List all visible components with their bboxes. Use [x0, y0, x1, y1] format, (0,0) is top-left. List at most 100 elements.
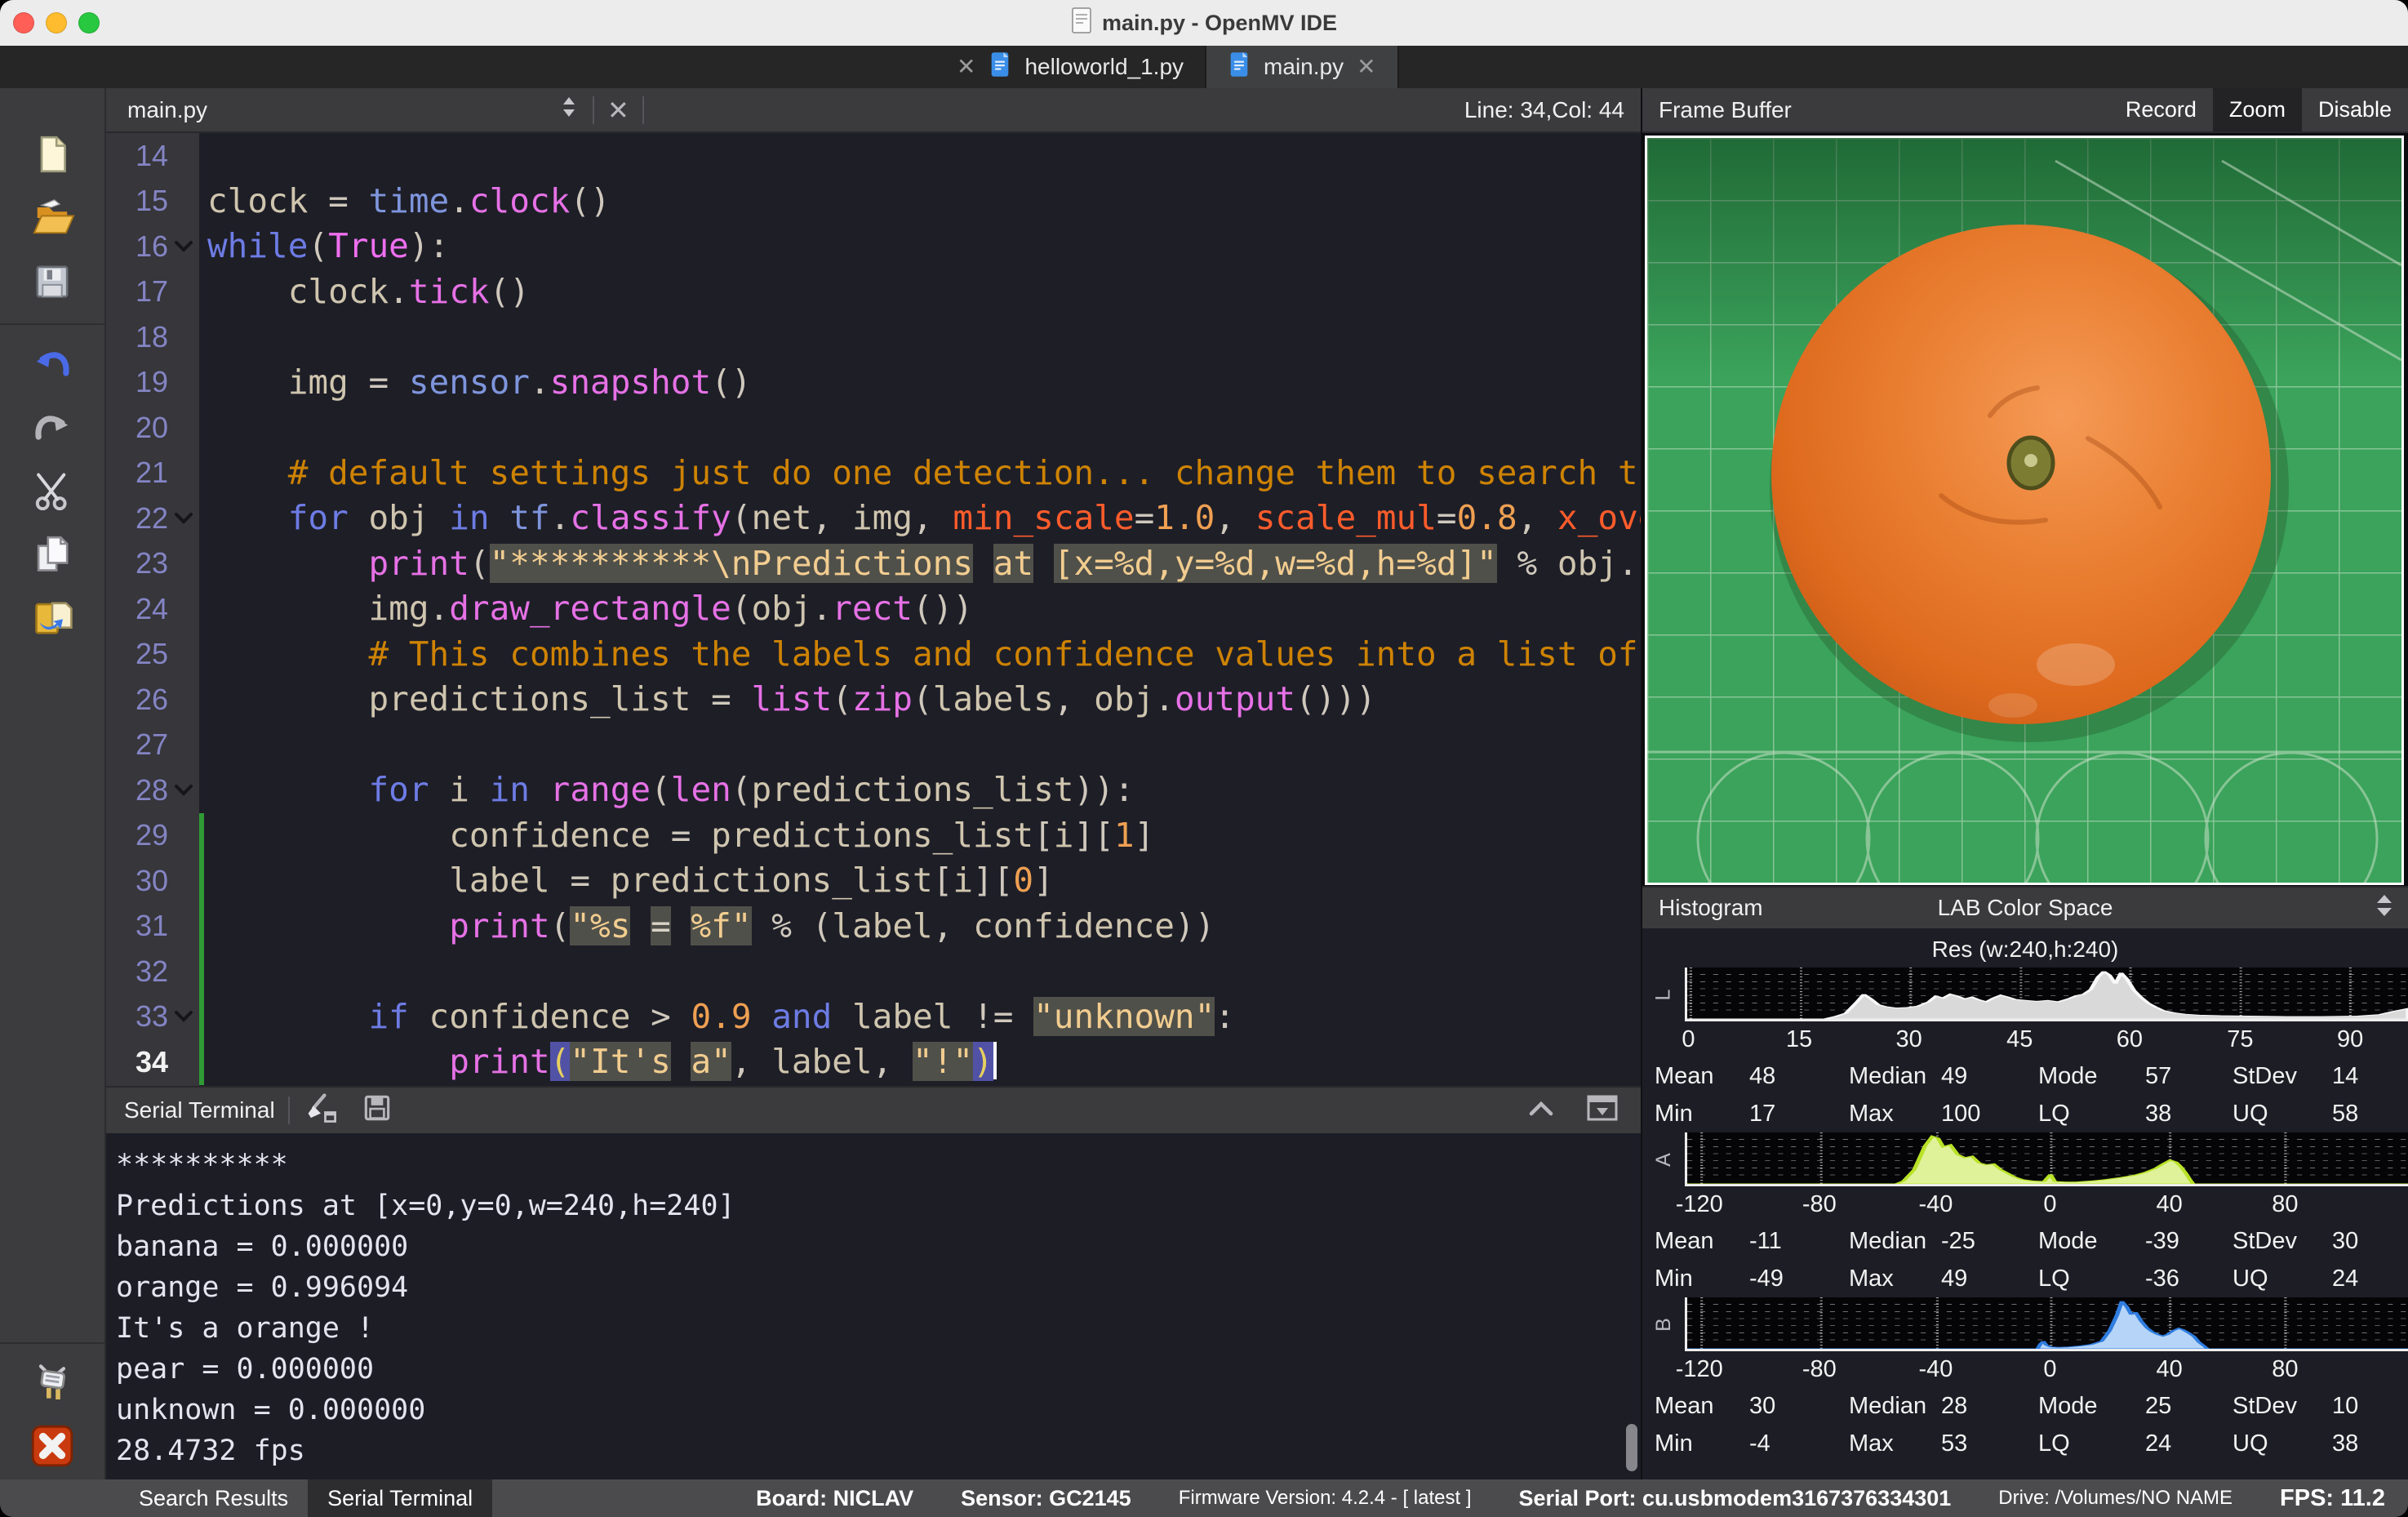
statusbar-tab-search-results[interactable]: Search Results — [119, 1479, 308, 1517]
gutter-cell[interactable]: 26 — [106, 677, 199, 723]
code-editor[interactable]: 1415clock = time.clock()16while(True):17… — [106, 133, 1641, 1086]
gutter-cell[interactable]: 21 — [106, 451, 199, 496]
stat-label: StDev — [2233, 1063, 2332, 1090]
file-selector-arrows-icon[interactable] — [558, 93, 580, 127]
gutter-cell[interactable]: 25 — [106, 632, 199, 678]
file-selector[interactable]: main.py — [127, 97, 207, 123]
gutter-cell[interactable]: 30 — [106, 858, 199, 904]
gutter-cell[interactable]: 31 — [106, 904, 199, 950]
fold-toggle-icon[interactable] — [168, 240, 199, 253]
gutter-cell[interactable]: 27 — [106, 723, 199, 768]
code-token: for — [368, 770, 429, 809]
fold-toggle-icon[interactable] — [168, 784, 199, 797]
stat-value: -11 — [1749, 1228, 1849, 1255]
redo-button[interactable] — [26, 397, 78, 460]
close-file-icon[interactable]: ✕ — [607, 95, 629, 126]
gutter-cell[interactable]: 17 — [106, 269, 199, 315]
tab-helloworld_1.py[interactable]: ✕helloworld_1.py — [935, 46, 1206, 88]
undo-button[interactable] — [26, 333, 78, 397]
code-token — [207, 861, 449, 900]
save-file-button[interactable] — [26, 251, 78, 315]
code-token: and — [771, 997, 832, 1036]
code-token — [207, 272, 288, 311]
clear-terminal-icon[interactable] — [303, 1090, 339, 1132]
copy-button[interactable] — [26, 524, 78, 588]
gutter-cell[interactable]: 28 — [106, 767, 199, 813]
code-text: print("It's a", label, "!") — [204, 1039, 1641, 1085]
code-line: 27 — [106, 723, 1641, 768]
gutter-cell[interactable]: 33 — [106, 994, 199, 1040]
gutter-cell[interactable]: 35 — [106, 1085, 199, 1087]
gutter-cell[interactable]: 16 — [106, 224, 199, 269]
connect-button[interactable] — [26, 1352, 78, 1416]
tab-main.py[interactable]: main.py✕ — [1206, 46, 1399, 88]
terminal-header-divider — [288, 1097, 290, 1124]
stat-value: 100 — [1941, 1101, 2038, 1128]
line-number: 32 — [121, 954, 168, 989]
maximize-window-button[interactable] — [78, 12, 100, 33]
cut-button[interactable] — [26, 460, 78, 524]
fold-toggle-icon[interactable] — [168, 1010, 199, 1023]
record-button[interactable]: Record — [2109, 88, 2213, 131]
minimize-window-button[interactable] — [46, 12, 67, 33]
code-line: 32 — [106, 949, 1641, 994]
gutter-cell[interactable]: 32 — [106, 949, 199, 994]
zoom-button[interactable]: Zoom — [2213, 88, 2302, 131]
frame-buffer-view[interactable] — [1642, 133, 2408, 886]
gutter-cell[interactable]: 24 — [106, 586, 199, 632]
color-space-selector[interactable]: LAB Color Space — [1938, 895, 2113, 921]
close-tab-icon[interactable]: ✕ — [1357, 56, 1375, 78]
stat-label: Mode — [2038, 1063, 2145, 1090]
paste-icon — [29, 597, 75, 643]
stat-label: Mean — [1655, 1393, 1749, 1420]
code-token: , — [812, 498, 852, 537]
statusbar-tab-serial-terminal[interactable]: Serial Terminal — [308, 1479, 492, 1517]
right-panel: Frame Buffer RecordZoomDisable — [1641, 88, 2408, 1479]
code-token: snapshot — [550, 363, 711, 402]
gutter-cell[interactable]: 14 — [106, 133, 199, 179]
gutter-cell[interactable]: 18 — [106, 314, 199, 360]
save-terminal-log-icon[interactable] — [360, 1091, 394, 1131]
code-token: % — [1497, 544, 1557, 583]
paste-button[interactable] — [26, 588, 78, 652]
gutter-cell[interactable]: 19 — [106, 360, 199, 406]
open-file-button[interactable] — [26, 188, 78, 251]
collapse-terminal-icon[interactable] — [1525, 1096, 1557, 1126]
serial-terminal-output[interactable]: **********Predictions at [x=0,y=0,w=240,… — [106, 1133, 1641, 1479]
histogram-stats-row: Mean48Median49Mode57StDev14 — [1642, 1057, 2408, 1095]
hist-plot-row: B — [1642, 1297, 2408, 1351]
code-token: for — [288, 498, 349, 537]
close-tab-icon[interactable]: ✕ — [957, 56, 975, 78]
code-token: ())) — [1295, 679, 1376, 718]
code-line: 31 print("%s = %f" % (label, confidence)… — [106, 904, 1641, 950]
new-file-button[interactable] — [26, 124, 78, 188]
gutter-cell[interactable]: 15 — [106, 179, 199, 225]
terminal-scrollbar-thumb[interactable] — [1626, 1424, 1637, 1471]
histogram-plot — [1685, 968, 2408, 1021]
gutter-cell[interactable]: 23 — [106, 541, 199, 587]
stop-button[interactable] — [26, 1416, 78, 1479]
fold-toggle-icon[interactable] — [168, 512, 199, 525]
dock-terminal-icon[interactable] — [1585, 1093, 1619, 1128]
code-token: % ( — [752, 906, 833, 945]
document-tabbar: ✕helloworld_1.pymain.py✕ — [0, 46, 2408, 88]
code-line: 24 img.draw_rectangle(obj.rect()) — [106, 586, 1641, 632]
histogram-x-ticks: -120-80-4004080 — [1685, 1186, 2408, 1222]
code-line: 30 label = predictions_list[i][0] — [106, 858, 1641, 904]
titlebar: main.py - OpenMV IDE — [0, 0, 2408, 46]
gutter-cell[interactable]: 29 — [106, 813, 199, 859]
code-token: ( — [731, 770, 752, 809]
disable-button[interactable]: Disable — [2302, 88, 2408, 131]
code-token — [207, 997, 368, 1036]
close-window-button[interactable] — [13, 12, 34, 33]
gutter-cell[interactable]: 22 — [106, 496, 199, 541]
stat-value: 57 — [2145, 1063, 2233, 1090]
code-token: img — [852, 498, 913, 537]
gutter-cell[interactable]: 20 — [106, 405, 199, 451]
code-token: confidence — [449, 816, 651, 855]
code-token: )): — [1073, 770, 1134, 809]
color-space-arrows-icon[interactable] — [2372, 890, 2397, 927]
code-token: ( — [469, 544, 490, 583]
code-line: 14 — [106, 133, 1641, 179]
gutter-cell[interactable]: 34 — [106, 1039, 199, 1085]
